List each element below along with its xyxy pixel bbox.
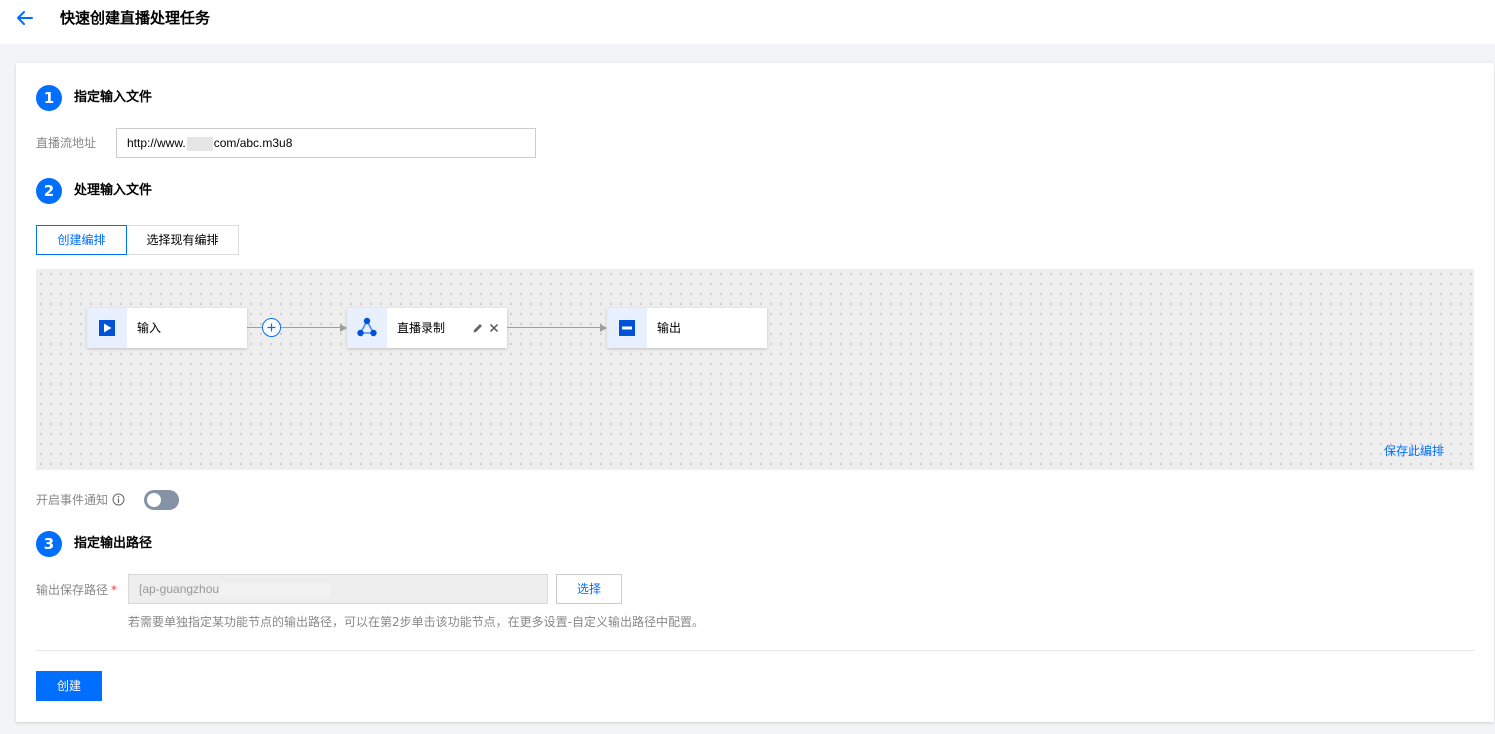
event-notify-toggle[interactable] — [144, 490, 179, 510]
step-3-number: 3 — [36, 531, 62, 557]
page-title: 快速创建直播处理任务 — [60, 9, 211, 27]
event-notify-text: 开启事件通知 — [36, 493, 109, 507]
workflow-canvas: 输入 直播录制 输出 保存此编排 — [36, 269, 1474, 470]
step-2-title: 处理输入文件 — [74, 183, 153, 198]
required-mark: * — [111, 583, 118, 597]
redacted-mask — [186, 136, 213, 151]
tab-select-existing[interactable]: 选择现有编排 — [126, 225, 239, 255]
add-node-button[interactable] — [262, 318, 281, 337]
edit-icon[interactable] — [472, 322, 484, 334]
create-button[interactable]: 创建 — [36, 671, 102, 701]
info-icon[interactable] — [112, 493, 125, 506]
arrow-left-icon — [17, 11, 33, 25]
plus-icon — [267, 323, 276, 332]
stream-url-suffix: com/abc.m3u8 — [213, 136, 293, 150]
connector-line — [247, 327, 262, 328]
live-record-icon — [357, 317, 377, 337]
connector-line — [281, 327, 341, 328]
connector-line — [507, 327, 601, 328]
stream-url-prefix: http://www. — [127, 136, 186, 150]
node-live-record[interactable]: 直播录制 — [347, 308, 507, 348]
close-icon[interactable] — [489, 323, 499, 333]
tab-create-orchestration[interactable]: 创建编排 — [36, 225, 127, 255]
event-notify-label: 开启事件通知 — [36, 492, 125, 508]
divider — [36, 650, 1474, 651]
save-orchestration-link[interactable]: 保存此编排 — [1384, 443, 1444, 459]
connector-arrow — [340, 324, 347, 332]
step-2-number: 2 — [36, 178, 62, 204]
node-live-record-label: 直播录制 — [397, 321, 446, 335]
stream-url-label: 直播流地址 — [36, 136, 97, 150]
main-card: 1 指定输入文件 直播流地址 http://www. com/abc.m3u8 2… — [16, 63, 1494, 722]
node-input-label: 输入 — [137, 321, 162, 335]
step-1-number: 1 — [36, 85, 62, 111]
output-path-text: 输出保存路径 — [36, 583, 109, 597]
output-path-input[interactable]: [ap-guangzhou — [128, 574, 548, 604]
node-output-label: 输出 — [657, 321, 682, 335]
top-bar: 快速创建直播处理任务 — [0, 0, 1495, 44]
toggle-knob — [147, 493, 161, 507]
output-path-label: 输出保存路径 * — [36, 582, 117, 598]
connector-arrow — [600, 324, 607, 332]
node-input[interactable]: 输入 — [87, 308, 247, 348]
select-path-button[interactable]: 选择 — [556, 574, 622, 604]
back-button[interactable] — [14, 8, 36, 28]
step-1-title: 指定输入文件 — [74, 90, 153, 105]
play-icon — [99, 320, 115, 336]
output-path-value: [ap-guangzhou — [139, 582, 220, 596]
output-icon — [619, 320, 635, 336]
output-path-hint: 若需要单独指定某功能节点的输出路径，可以在第2步单击该功能节点，在更多设置-自定… — [128, 615, 704, 629]
node-output[interactable]: 输出 — [607, 308, 767, 348]
step-3-title: 指定输出路径 — [74, 536, 153, 551]
redacted-mask — [220, 582, 331, 597]
stream-url-input[interactable]: http://www. com/abc.m3u8 — [116, 128, 536, 158]
